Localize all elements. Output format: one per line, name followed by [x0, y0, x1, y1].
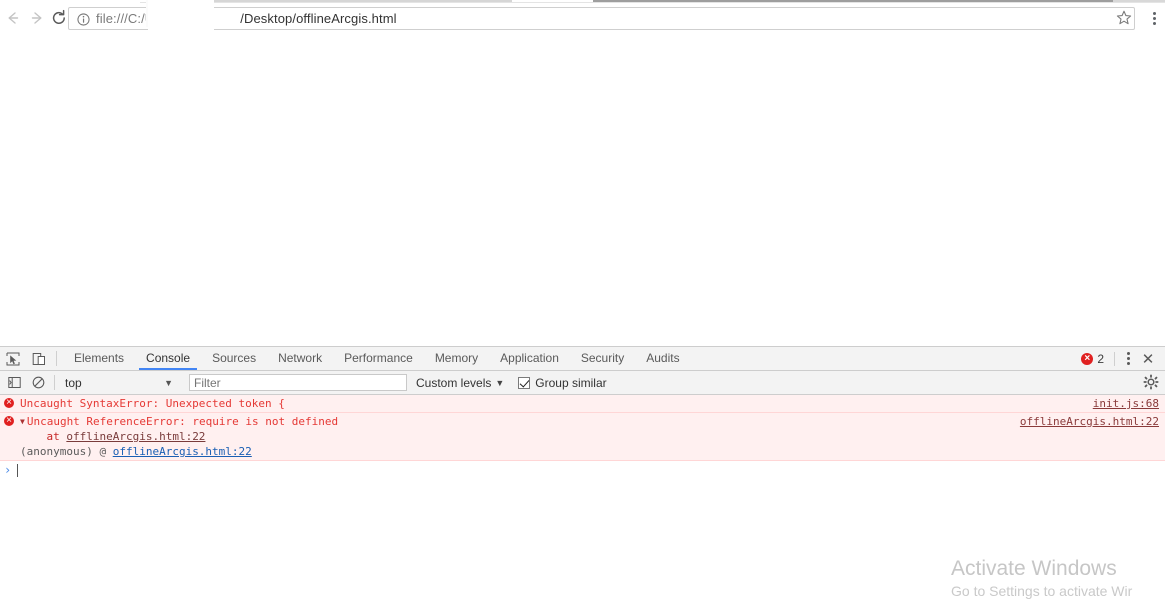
address-bar[interactable]: file:///C:/U/Desktop/offlineArcgis.html	[68, 7, 1135, 30]
error-count-value: 2	[1097, 351, 1104, 366]
url-suffix: /Desktop/offlineArcgis.html	[240, 11, 397, 26]
log-levels-select[interactable]: Custom levels ▼	[416, 376, 504, 390]
console-message-row: Uncaught SyntaxError: Unexpected token {	[0, 395, 1165, 411]
tab-application[interactable]: Application	[489, 347, 570, 370]
execution-context-value: top	[65, 375, 82, 390]
menu-dot-1	[1152, 11, 1156, 15]
console-source-link[interactable]: init.js:68	[1093, 396, 1159, 411]
bookmark-button[interactable]	[1115, 9, 1133, 27]
expand-triangle-icon[interactable]: ▼	[20, 414, 25, 429]
devtools-tabs: Elements Console Sources Network Perform…	[63, 347, 691, 370]
devtools-more-button[interactable]	[1119, 348, 1137, 370]
stack-frame-row: (anonymous) @ offlineArcgis.html:22	[0, 444, 1165, 459]
group-similar-checkbox[interactable]	[518, 376, 531, 389]
tab-network[interactable]: Network	[267, 347, 333, 370]
menu-dot-3	[1152, 21, 1156, 25]
devtools-panel: Elements Console Sources Network Perform…	[0, 346, 1165, 606]
execution-context-select[interactable]: top ▼	[59, 374, 179, 392]
back-button[interactable]	[0, 5, 26, 31]
chevron-down-icon: ▼	[164, 377, 173, 388]
gear-icon[interactable]	[1143, 374, 1159, 390]
error-count-badge[interactable]: × 2	[1081, 352, 1104, 366]
device-toolbar-icon	[32, 352, 45, 365]
star-icon	[1116, 10, 1132, 25]
tab-audits[interactable]: Audits	[635, 347, 690, 370]
clear-console-icon	[32, 376, 44, 389]
console-message-error[interactable]: Uncaught SyntaxError: Unexpected token {…	[0, 395, 1165, 413]
console-source-link[interactable]: offlineArcgis.html:22	[1020, 414, 1159, 429]
reload-icon	[52, 9, 65, 24]
group-similar-toggle[interactable]: Group similar	[518, 375, 607, 390]
tab-elements[interactable]: Elements	[63, 347, 135, 370]
more-dot-3	[1126, 362, 1130, 365]
console-filter-input[interactable]	[189, 374, 407, 391]
more-dot-1	[1126, 352, 1130, 355]
toolbar-divider	[56, 351, 57, 366]
error-dot-icon: ×	[1081, 352, 1094, 365]
info-circle-icon[interactable]	[77, 13, 90, 26]
stack-frame-prefix: at	[20, 430, 67, 443]
stack-frame-prefix: (anonymous) @	[20, 445, 113, 458]
tab-performance[interactable]: Performance	[333, 347, 424, 370]
inspect-element-button[interactable]	[0, 348, 26, 370]
browser-chrome: file:///C:/U/Desktop/offlineArcgis.html	[0, 0, 1165, 34]
devtools-close-button[interactable]: ✕	[1137, 348, 1159, 370]
menu-dot-2	[1152, 16, 1156, 20]
log-levels-label: Custom levels	[416, 375, 492, 390]
console-input-row[interactable]: ›	[0, 461, 1165, 479]
devtools-tabbar-actions: × 2 ✕	[1081, 347, 1165, 370]
console-toolbar-divider	[54, 375, 55, 390]
clear-console-button[interactable]	[26, 372, 50, 394]
url-overlay-occluder	[148, 0, 214, 34]
back-arrow-icon	[8, 12, 19, 24]
console-message-row: ▼ Uncaught ReferenceError: require is no…	[0, 413, 1165, 429]
devtools-tab-bar: Elements Console Sources Network Perform…	[0, 347, 1165, 371]
tab-memory[interactable]: Memory	[424, 347, 489, 370]
stack-frame-row: at offlineArcgis.html:22	[0, 429, 1165, 444]
console-message-error[interactable]: ▼ Uncaught ReferenceError: require is no…	[0, 413, 1165, 461]
chevron-down-icon: ▼	[495, 377, 505, 388]
tab-sources[interactable]: Sources	[201, 347, 267, 370]
console-toolbar: top ▼ Custom levels ▼ Group similar	[0, 371, 1165, 395]
error-icon	[4, 413, 14, 428]
text-caret	[17, 463, 19, 477]
group-similar-label: Group similar	[535, 375, 607, 390]
page-viewport	[0, 33, 1165, 346]
error-icon	[4, 395, 14, 410]
url-text: file:///C:/U/Desktop/offlineArcgis.html	[96, 11, 397, 26]
prompt-chevron-icon: ›	[4, 463, 12, 477]
chrome-menu-button[interactable]	[1146, 8, 1162, 28]
actions-divider	[1114, 351, 1115, 366]
console-message-list: Uncaught SyntaxError: Unexpected token {…	[0, 395, 1165, 606]
stack-frame-link[interactable]: offlineArcgis.html:22	[66, 430, 205, 443]
forward-arrow-icon	[31, 12, 42, 24]
console-sidebar-button[interactable]	[2, 372, 26, 394]
more-dot-2	[1126, 357, 1130, 360]
device-toolbar-button[interactable]	[26, 348, 52, 370]
console-sidebar-icon	[7, 377, 21, 388]
console-message-text: Uncaught ReferenceError: require is not …	[26, 415, 339, 428]
console-message-text: Uncaught SyntaxError: Unexpected token {	[20, 397, 285, 410]
tab-console[interactable]: Console	[135, 347, 201, 370]
stack-frame-link[interactable]: offlineArcgis.html:22	[113, 445, 252, 458]
inspect-element-icon	[6, 352, 20, 365]
tab-security[interactable]: Security	[570, 347, 635, 370]
